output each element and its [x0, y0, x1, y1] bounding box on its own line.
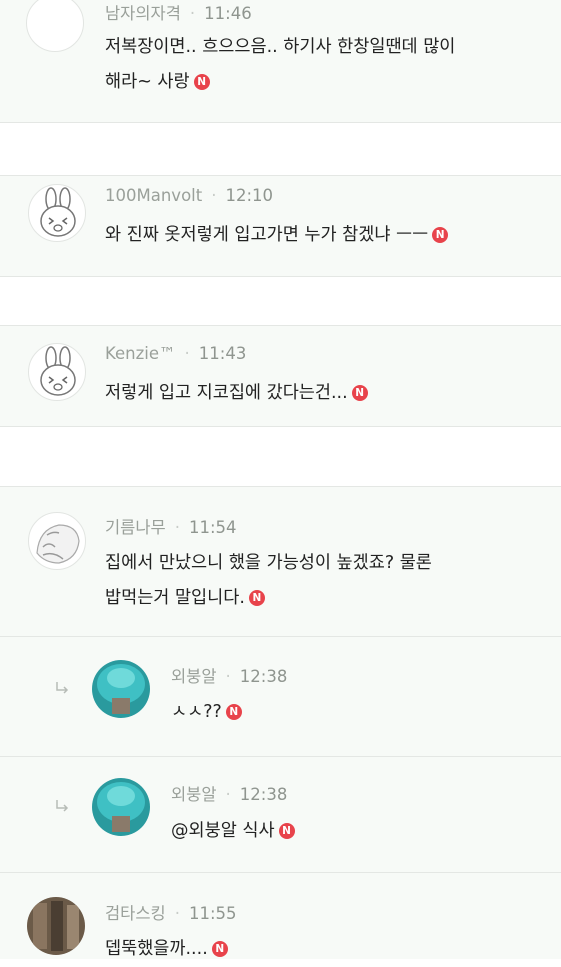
photo-avatar-icon[interactable] [92, 778, 150, 836]
divider [0, 276, 561, 277]
new-badge: N [193, 74, 210, 90]
comment-meta: Kenzie™ · 11:43 [105, 344, 247, 363]
comment-text: 저복장이면.. 흐으으음.. 하기사 한창일땐데 많이 해라~ 사랑 N [105, 30, 535, 100]
comment-text-line: 와 진짜 옷저렇게 입고가면 누가 참겠냐 ㅡㅡ [105, 225, 429, 245]
comment-text-line: 저렇게 입고 지코집에 갔다는건... [105, 383, 348, 403]
comment-text: @외붕알 식사 N [171, 814, 531, 849]
comment-time: 12:38 [239, 785, 288, 804]
comment-text: ㅅㅅ?? N [171, 695, 531, 730]
author-name[interactable]: 남자의자격 [105, 4, 181, 23]
comment-text: 저렇게 입고 지코집에 갔다는건... N [105, 376, 535, 411]
comment-text: 와 진짜 옷저렇게 입고가면 누가 참겠냐 ㅡㅡ N [105, 218, 535, 253]
comment-text: 뎁뚝했을까.... N [105, 932, 535, 967]
new-badge: N [351, 385, 368, 401]
divider [0, 756, 561, 757]
author-name[interactable]: 100Manvolt [105, 186, 202, 205]
divider [0, 426, 561, 427]
comment-time: 11:43 [198, 344, 247, 363]
comment-meta: 남자의자격 · 11:46 [105, 4, 252, 23]
comment-text-line: 집에서 만났으니 했을 가능성이 높겠죠? 물론 [105, 553, 432, 573]
comment-meta: 외붕알 · 12:38 [171, 667, 288, 686]
comment-time: 11:54 [188, 518, 237, 537]
photo-avatar-icon[interactable] [92, 660, 150, 718]
sticker-avatar-icon[interactable] [28, 512, 86, 570]
comment-meta: 100Manvolt · 12:10 [105, 186, 274, 205]
author-name[interactable]: 기름나무 [105, 518, 166, 537]
comment-meta: 검타스킹 · 11:55 [105, 904, 237, 923]
bunny-avatar-icon[interactable] [28, 184, 86, 242]
new-badge: N [278, 823, 295, 839]
comment-text-line: 저복장이면.. 흐으으음.. 하기사 한창일땐데 많이 [105, 37, 456, 57]
comment-time: 11:55 [188, 904, 237, 923]
divider [0, 872, 561, 873]
comment-text-line: @외붕알 식사 [171, 821, 275, 841]
comment-text-line: ㅅㅅ?? [171, 702, 222, 722]
comment-text-line: 뎁뚝했을까.... [105, 939, 208, 959]
comment-text-line: 밥먹는거 말입니다. [105, 588, 245, 608]
comment-time: 12:10 [225, 186, 274, 205]
comment-time: 12:38 [239, 667, 288, 686]
comment-text: 집에서 만났으니 했을 가능성이 높겠죠? 물론 밥먹는거 말입니다. N [105, 546, 535, 616]
comment-time: 11:46 [204, 4, 252, 23]
divider [0, 122, 561, 123]
new-badge: N [225, 704, 242, 720]
new-badge: N [432, 227, 449, 243]
comment-text-line: 해라~ 사랑 [105, 72, 190, 92]
author-name[interactable]: 외붕알 [171, 785, 217, 804]
bunny-avatar-icon[interactable] [28, 343, 86, 401]
new-badge: N [211, 941, 228, 957]
author-name[interactable]: 외붕알 [171, 667, 217, 686]
comment-meta: 기름나무 · 11:54 [105, 518, 237, 537]
reply-arrow-icon [56, 800, 69, 812]
author-name[interactable]: 검타스킹 [105, 904, 166, 923]
photo-avatar-icon[interactable] [27, 897, 85, 955]
author-name[interactable]: Kenzie™ [105, 344, 176, 363]
reply-arrow-icon [56, 682, 69, 694]
comment-meta: 외붕알 · 12:38 [171, 785, 288, 804]
new-badge: N [248, 590, 265, 606]
divider [0, 636, 561, 637]
